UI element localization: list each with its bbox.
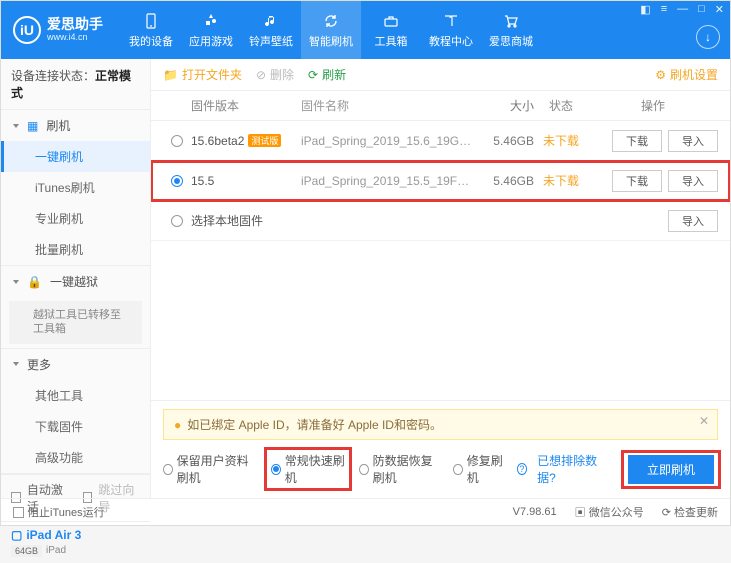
sidebar-group-more[interactable]: 更多	[1, 349, 150, 380]
skin-icon[interactable]: ◧	[638, 3, 652, 16]
folder-icon: 📁	[163, 68, 178, 82]
lock-icon: 🔒	[27, 275, 42, 289]
warning-icon: ●	[174, 418, 181, 432]
download-indicator-icon[interactable]: ↓	[696, 25, 720, 49]
firmware-table: 固件版本 固件名称 大小 状态 操作 15.6beta2测试版 iPad_Spr…	[151, 91, 730, 400]
radio-icon[interactable]	[453, 464, 463, 475]
app-title: 爱思助手	[47, 17, 103, 32]
close-icon[interactable]: ✕	[713, 3, 726, 16]
nav-ringtones[interactable]: 铃声壁纸	[241, 1, 301, 59]
import-button[interactable]: 导入	[668, 170, 718, 192]
flash-group-icon: ▦	[27, 119, 38, 133]
bottom-panel: ● 如已绑定 Apple ID，请准备好 Apple ID和密码。 ✕ 保留用户…	[151, 400, 730, 498]
sidebar-item-oneclick-flash[interactable]: 一键刷机	[1, 141, 150, 172]
nav-apps[interactable]: 应用游戏	[181, 1, 241, 59]
radio-icon[interactable]	[271, 464, 281, 475]
flash-settings-button[interactable]: ⚙ 刷机设置	[655, 66, 718, 83]
delete-icon: ⊘	[256, 68, 266, 82]
firmware-row-selected[interactable]: 15.5 iPad_Spring_2019_15.5_19F77_Restore…	[151, 161, 730, 201]
alert-close-icon[interactable]: ✕	[699, 414, 709, 428]
window-controls: ◧ ≡ — □ ✕	[638, 3, 726, 16]
refresh-button[interactable]: ⟳ 刷新	[308, 66, 346, 83]
radio-icon[interactable]	[163, 464, 173, 475]
sidebar-item-batch-flash[interactable]: 批量刷机	[1, 234, 150, 265]
sidebar-item-pro-flash[interactable]: 专业刷机	[1, 203, 150, 234]
download-button[interactable]: 下载	[612, 170, 662, 192]
sidebar-group-jailbreak[interactable]: 🔒 一键越狱	[1, 266, 150, 297]
nav-toolbox[interactable]: 工具箱	[361, 1, 421, 59]
beta-tag: 测试版	[248, 134, 281, 147]
logo-block: iU 爱思助手 www.i4.cn	[1, 1, 121, 59]
wechat-icon: ▣	[575, 507, 586, 519]
sidebar-item-download-fw[interactable]: 下载固件	[1, 411, 150, 442]
import-button[interactable]: 导入	[668, 210, 718, 232]
device-info-block[interactable]: ▢ iPad Air 3 64GB iPad	[1, 521, 150, 563]
check-update-link[interactable]: ⟳ 检查更新	[662, 504, 718, 520]
download-button[interactable]: 下载	[612, 130, 662, 152]
sidebar-item-other-tools[interactable]: 其他工具	[1, 380, 150, 411]
opt-repair-flash[interactable]: 修复刷机	[453, 452, 507, 486]
nav-store[interactable]: 爱思商城	[481, 1, 541, 59]
gear-icon: ⚙	[655, 68, 666, 82]
row-radio[interactable]	[171, 175, 183, 187]
row-radio[interactable]	[171, 135, 183, 147]
opt-anti-recovery[interactable]: 防数据恢复刷机	[359, 452, 443, 486]
toolbar: 📁 打开文件夹 ⊘ 删除 ⟳ 刷新 ⚙ 刷机设置	[151, 59, 730, 91]
row-radio[interactable]	[171, 215, 183, 227]
flash-options-row: 保留用户资料刷机 常规快速刷机 防数据恢复刷机 修复刷机 ?	[151, 446, 730, 498]
refresh-icon: ⟳	[308, 68, 318, 82]
open-folder-button[interactable]: 📁 打开文件夹	[163, 66, 242, 83]
import-button[interactable]: 导入	[668, 130, 718, 152]
status-bar: 阻止iTunes运行 V7.98.61 ▣ 微信公众号 ⟳ 检查更新	[1, 498, 730, 525]
apple-id-alert: ● 如已绑定 Apple ID，请准备好 Apple ID和密码。 ✕	[163, 409, 718, 440]
local-firmware-row[interactable]: 选择本地固件 导入	[151, 201, 730, 241]
info-icon[interactable]: ?	[517, 463, 527, 475]
nav-flash[interactable]: 智能刷机	[301, 1, 361, 59]
book-icon	[442, 12, 460, 30]
jailbreak-moved-note: 越狱工具已转移至工具箱	[9, 301, 142, 344]
maximize-icon[interactable]: □	[696, 3, 707, 16]
opt-keep-data[interactable]: 保留用户资料刷机	[163, 452, 257, 486]
sidebar: 设备连接状态：正常模式 ▦ 刷机 一键刷机 iTunes刷机 专业刷机 批量刷机…	[1, 59, 151, 498]
nav-tutorials[interactable]: 教程中心	[421, 1, 481, 59]
sidebar-item-advanced[interactable]: 高级功能	[1, 442, 150, 473]
logo-icon: iU	[13, 16, 41, 44]
nav-my-device[interactable]: 我的设备	[121, 1, 181, 59]
update-icon: ⟳	[662, 507, 671, 519]
delete-button[interactable]: ⊘ 删除	[256, 66, 294, 83]
minimize-icon[interactable]: —	[675, 3, 690, 16]
main-panel: 📁 打开文件夹 ⊘ 删除 ⟳ 刷新 ⚙ 刷机设置	[151, 59, 730, 498]
app-subtitle: www.i4.cn	[47, 33, 103, 43]
toolbox-icon	[382, 12, 400, 30]
menu-icon[interactable]: ≡	[659, 3, 669, 16]
block-itunes-label: 阻止iTunes运行	[28, 504, 105, 520]
ipad-icon: ▢	[11, 528, 22, 542]
sidebar-item-itunes-flash[interactable]: iTunes刷机	[1, 172, 150, 203]
block-itunes-checkbox[interactable]	[13, 507, 24, 518]
title-bar: iU 爱思助手 www.i4.cn 我的设备 应用游戏 铃声壁纸 智能刷机 工具…	[1, 1, 730, 59]
wechat-link[interactable]: ▣ 微信公众号	[575, 504, 644, 520]
radio-icon[interactable]	[359, 464, 369, 475]
version-label: V7.98.61	[513, 506, 557, 518]
opt-normal-flash[interactable]: 常规快速刷机	[267, 450, 349, 488]
refresh-icon	[322, 12, 340, 30]
flash-now-button[interactable]: 立即刷机	[628, 455, 714, 484]
table-header: 固件版本 固件名称 大小 状态 操作	[151, 91, 730, 121]
forget-data-link[interactable]: 已想排除数据?	[537, 452, 604, 486]
music-icon	[262, 12, 280, 30]
app-icon	[202, 12, 220, 30]
phone-icon	[142, 12, 160, 30]
firmware-row[interactable]: 15.6beta2测试版 iPad_Spring_2019_15.6_19G50…	[151, 121, 730, 161]
capacity-badge: 64GB	[11, 545, 42, 557]
sidebar-group-flash[interactable]: ▦ 刷机	[1, 110, 150, 141]
cart-icon	[502, 12, 520, 30]
device-status: 设备连接状态：正常模式	[1, 59, 150, 110]
flash-now-wrap: 立即刷机	[624, 453, 718, 486]
